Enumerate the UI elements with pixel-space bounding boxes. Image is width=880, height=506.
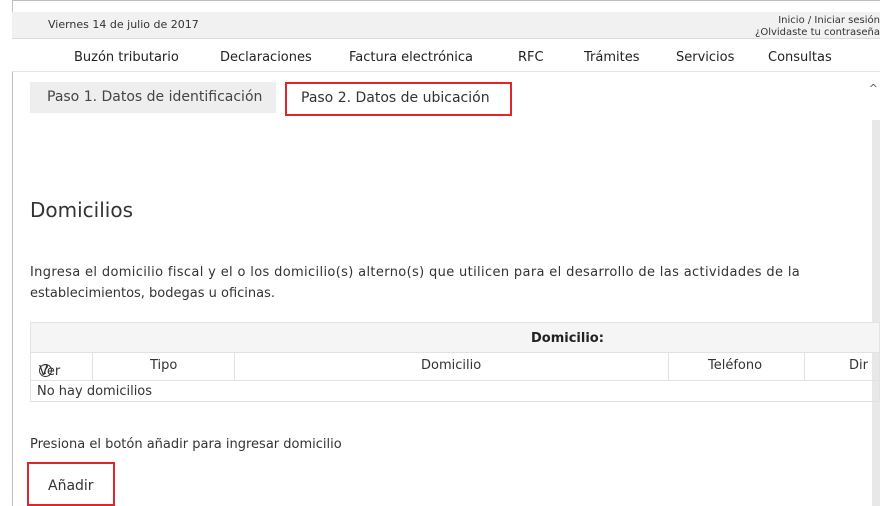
nav-item-buzon[interactable]: Buzón tributario [74,50,179,65]
login-link[interactable]: Inicio / Iniciar sesión [755,15,880,27]
col-dir-label: Dir [849,358,868,373]
description-line-2: establecimientos, bodegas u oficinas. [30,286,276,301]
tab-step-1-label: Paso 1. Datos de identificación [47,89,263,105]
nav-item-tramites[interactable]: Trámites [584,50,640,65]
forgot-password-link[interactable]: ¿Olvidaste tu contraseña [755,27,880,39]
col-tipo[interactable]: Tipo [93,352,235,380]
nav-item-declaraciones[interactable]: Declaraciones [220,50,312,65]
chevron-up-icon[interactable]: ^ [869,82,878,95]
col-telefono-label: Teléfono [708,358,763,373]
main-nav: Buzón tributario Declaraciones Factura e… [12,39,880,72]
nav-item-servicios[interactable]: Servicios [676,50,734,65]
tab-step-2[interactable]: Paso 2. Datos de ubicación [285,82,512,116]
table-caption-row: Domicilio: [31,323,879,353]
user-links: Inicio / Iniciar sesión ¿Olvidaste tu co… [755,15,880,39]
section-description: Ingresa el domicilio fiscal y el o los d… [30,262,880,304]
col-ver[interactable]: ? Ver [31,352,93,380]
tab-step-2-label: Paso 2. Datos de ubicación [301,90,490,106]
col-domicilio[interactable]: Domicilio [235,352,669,380]
scrollbar[interactable] [872,120,880,506]
col-tipo-label: Tipo [150,358,178,373]
nav-item-consultas[interactable]: Consultas [768,50,832,65]
add-button-label: Añadir [48,478,94,494]
current-date: Viernes 14 de julio de 2017 [48,18,199,31]
col-domicilio-label: Domicilio [421,358,482,373]
col-ver-label: Ver [39,364,61,379]
tab-step-1[interactable]: Paso 1. Datos de identificación [30,82,276,113]
nav-item-rfc[interactable]: RFC [518,50,544,65]
page-title: Domicilios [30,198,133,222]
nav-item-factura[interactable]: Factura electrónica [349,50,473,65]
add-hint-text: Presiona el botón añadir para ingresar d… [30,437,342,452]
address-table: Domicilio: ? Ver Tipo Domicilio Teléfono … [30,322,880,402]
add-address-button[interactable]: Añadir [27,462,115,506]
description-line-1: Ingresa el domicilio fiscal y el o los d… [30,265,801,280]
table-caption: Domicilio: [531,331,604,346]
col-telefono[interactable]: Teléfono [669,352,805,380]
content-frame [12,0,880,506]
col-dir[interactable]: Dir [805,352,880,380]
top-bar: Viernes 14 de julio de 2017 Inicio / Ini… [12,12,880,39]
table-header-row: ? Ver Tipo Domicilio Teléfono Dir [31,352,879,381]
empty-state-text: No hay domicilios [37,384,153,399]
